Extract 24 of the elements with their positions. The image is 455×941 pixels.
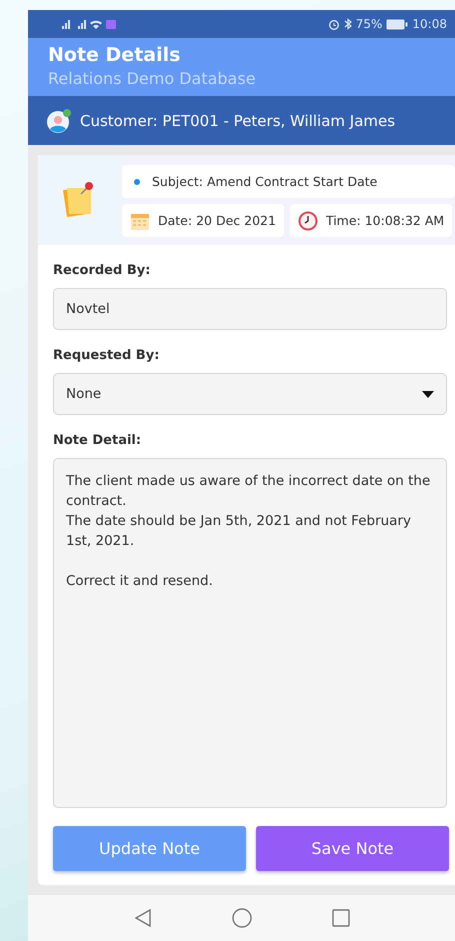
field-label: Recorded By: [53, 263, 152, 278]
customer-name: Customer: PET001 - Peters, William James [80, 112, 396, 130]
requested-by-dropdown[interactable]: None [53, 373, 447, 415]
caret-icon [422, 390, 434, 398]
field-label: Note Detail: [53, 433, 142, 448]
date-text: Date: 20 Dec 2021 [158, 213, 276, 228]
back-icon[interactable] [134, 908, 152, 928]
battery-icon [386, 18, 408, 30]
alarm-icon [328, 18, 340, 30]
clock-time: 10:08 [412, 17, 447, 31]
time-text: Time: 10:08:32 AM [326, 213, 444, 228]
subject-text: Subject: Amend Contract Start Date [152, 174, 378, 189]
home-icon[interactable] [232, 908, 252, 928]
note-button[interactable]: Save Note [256, 826, 449, 871]
field-label: Requested By: [53, 348, 160, 363]
clock-icon [298, 210, 318, 230]
page-title: Note Details [48, 44, 182, 66]
page-subtitle: Relations Demo Database [48, 69, 257, 88]
bluetooth-icon [344, 18, 352, 30]
recents-icon[interactable] [332, 909, 350, 927]
battery-percent: 75% [356, 17, 382, 31]
recorded-by-field[interactable]: Novtel [53, 288, 447, 330]
avatar-icon [46, 108, 72, 134]
note-detail-field[interactable]: The client made us aware of the incorrect date on the contract. The date should be Jan 5th, 2021 and not February 1st, 2021. Correct it and resend. [53, 458, 447, 808]
